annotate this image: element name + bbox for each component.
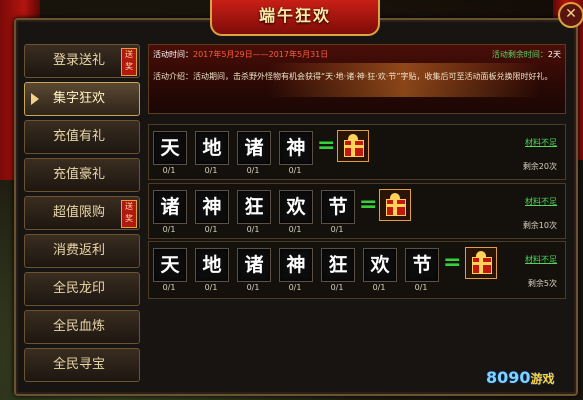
char-count: 0/1	[246, 225, 260, 234]
remaining-label: 活动剩余时间：	[491, 50, 548, 59]
gift-ribbon	[386, 204, 405, 207]
char-slot: 天	[153, 248, 187, 282]
char-count: 0/1	[204, 225, 218, 234]
char-count: 0/1	[204, 166, 218, 175]
char-slot: 神	[195, 190, 229, 224]
sidebar-item-blood-refine[interactable]: 全民血炼	[24, 310, 140, 344]
sidebar-item-label: 充值豪礼	[52, 167, 105, 182]
sidebar-item-collect-words[interactable]: 集字狂欢	[24, 82, 140, 116]
remaining-value: 2天	[547, 50, 561, 59]
char-count: 0/1	[162, 225, 176, 234]
sidebar-item-recharge-gift[interactable]: 充值有礼	[24, 120, 140, 154]
sidebar-item-recharge-luxury[interactable]: 充值豪礼	[24, 158, 140, 192]
sidebar-item-spend-rebate[interactable]: 消费返利	[24, 234, 140, 268]
equals-sign: =	[359, 192, 378, 217]
reward-item[interactable]	[379, 189, 411, 221]
char-count: 0/1	[246, 283, 260, 292]
exchange-button[interactable]: 材料不足	[525, 254, 557, 265]
sidebar-item-limited-purchase[interactable]: 超值限购 送奖	[24, 196, 140, 230]
remaining-times: 剩余20次	[522, 162, 557, 171]
sidebar-item-label: 全民血炼	[52, 319, 105, 334]
event-time-value: 2017年5月29日——2017年5月31日	[193, 50, 329, 59]
equals-sign: =	[317, 133, 336, 158]
panel-title: 端午狂欢	[258, 6, 331, 25]
gift-bow	[348, 134, 358, 140]
char-count: 0/1	[288, 166, 302, 175]
char-slot: 神	[279, 131, 313, 165]
char-count: 0/1	[372, 283, 386, 292]
char-count: 0/1	[204, 283, 218, 292]
exchange-button[interactable]: 材料不足	[525, 196, 557, 207]
gift-ribbon	[472, 262, 491, 265]
sidebar-item-dragon-seal[interactable]: 全民龙印	[24, 272, 140, 306]
char-slot: 天	[153, 131, 187, 165]
char-slot: 节	[321, 190, 355, 224]
char-slot: 神	[279, 248, 313, 282]
event-remaining: 活动剩余时间：2天	[492, 49, 561, 60]
game-screen: 端午狂欢 ✕ 登录送礼 送奖 集字狂欢 充值有礼 充值豪礼 超值限购 送奖 消费…	[0, 0, 583, 400]
sidebar-item-label: 超值限购	[52, 205, 105, 220]
char-slot: 狂	[237, 190, 271, 224]
gift-bow	[476, 251, 486, 257]
char-slot: 诸	[153, 190, 187, 224]
char-count: 0/1	[288, 225, 302, 234]
char-slot: 狂	[321, 248, 355, 282]
char-slot: 诸	[237, 248, 271, 282]
watermark-text: 8090	[486, 368, 531, 387]
exchange-row: 诸 0/1 神 0/1 狂 0/1 欢 0/1 节 0/1 = 材料不足 剩余1…	[148, 183, 566, 239]
sidebar-item-label: 全民龙印	[52, 281, 105, 296]
char-count: 0/1	[246, 166, 260, 175]
char-count: 0/1	[288, 283, 302, 292]
remaining-times: 剩余10次	[522, 221, 557, 230]
char-count: 0/1	[162, 166, 176, 175]
char-slot: 欢	[363, 248, 397, 282]
gift-bow	[390, 193, 400, 199]
char-count: 0/1	[162, 283, 176, 292]
remaining-times: 剩余5次	[527, 279, 557, 288]
gift-ribbon	[344, 145, 363, 148]
char-count: 0/1	[414, 283, 428, 292]
reward-tag: 送奖	[121, 48, 137, 76]
char-count: 0/1	[330, 225, 344, 234]
sidebar-item-label: 消费返利	[52, 243, 105, 258]
title-plate: 端午狂欢	[210, 0, 380, 36]
char-slot: 欢	[279, 190, 313, 224]
event-time: 活动时间：2017年5月29日——2017年5月31日	[153, 49, 328, 60]
exchange-row: 天 0/1 地 0/1 诸 0/1 神 0/1 狂 0/1 欢 0/1 节 0/…	[148, 241, 566, 299]
watermark-suffix: 游戏	[530, 372, 555, 386]
exchange-row: 天 0/1 地 0/1 诸 0/1 神 0/1 = 材料不足 剩余20次	[148, 124, 566, 180]
char-slot: 诸	[237, 131, 271, 165]
reward-item[interactable]	[337, 130, 369, 162]
sidebar-item-login-gift[interactable]: 登录送礼 送奖	[24, 44, 140, 78]
event-info-banner: 活动时间：2017年5月29日——2017年5月31日 活动剩余时间：2天 活动…	[148, 44, 566, 114]
char-slot: 节	[405, 248, 439, 282]
reward-item[interactable]	[465, 247, 497, 279]
event-time-label: 活动时间：	[153, 50, 193, 59]
reward-tag: 送奖	[121, 200, 137, 228]
sidebar-item-label: 登录送礼	[52, 53, 105, 68]
sidebar-item-label: 充值有礼	[52, 129, 105, 144]
close-button[interactable]: ✕	[558, 2, 583, 28]
site-watermark: 8090游戏	[486, 368, 555, 387]
char-count: 0/1	[330, 283, 344, 292]
event-intro: 活动介绍：活动期间，击杀野外怪物有机会获得“天·地·诸·神·狂·欢·节”字贴，收…	[153, 72, 553, 81]
char-slot: 地	[195, 248, 229, 282]
equals-sign: =	[443, 250, 462, 275]
sidebar-item-label: 全民寻宝	[52, 357, 105, 372]
exchange-button[interactable]: 材料不足	[525, 137, 557, 148]
close-icon: ✕	[565, 6, 577, 22]
char-slot: 地	[195, 131, 229, 165]
sidebar-item-treasure-hunt[interactable]: 全民寻宝	[24, 348, 140, 382]
sidebar-item-label: 集字狂欢	[52, 91, 105, 106]
